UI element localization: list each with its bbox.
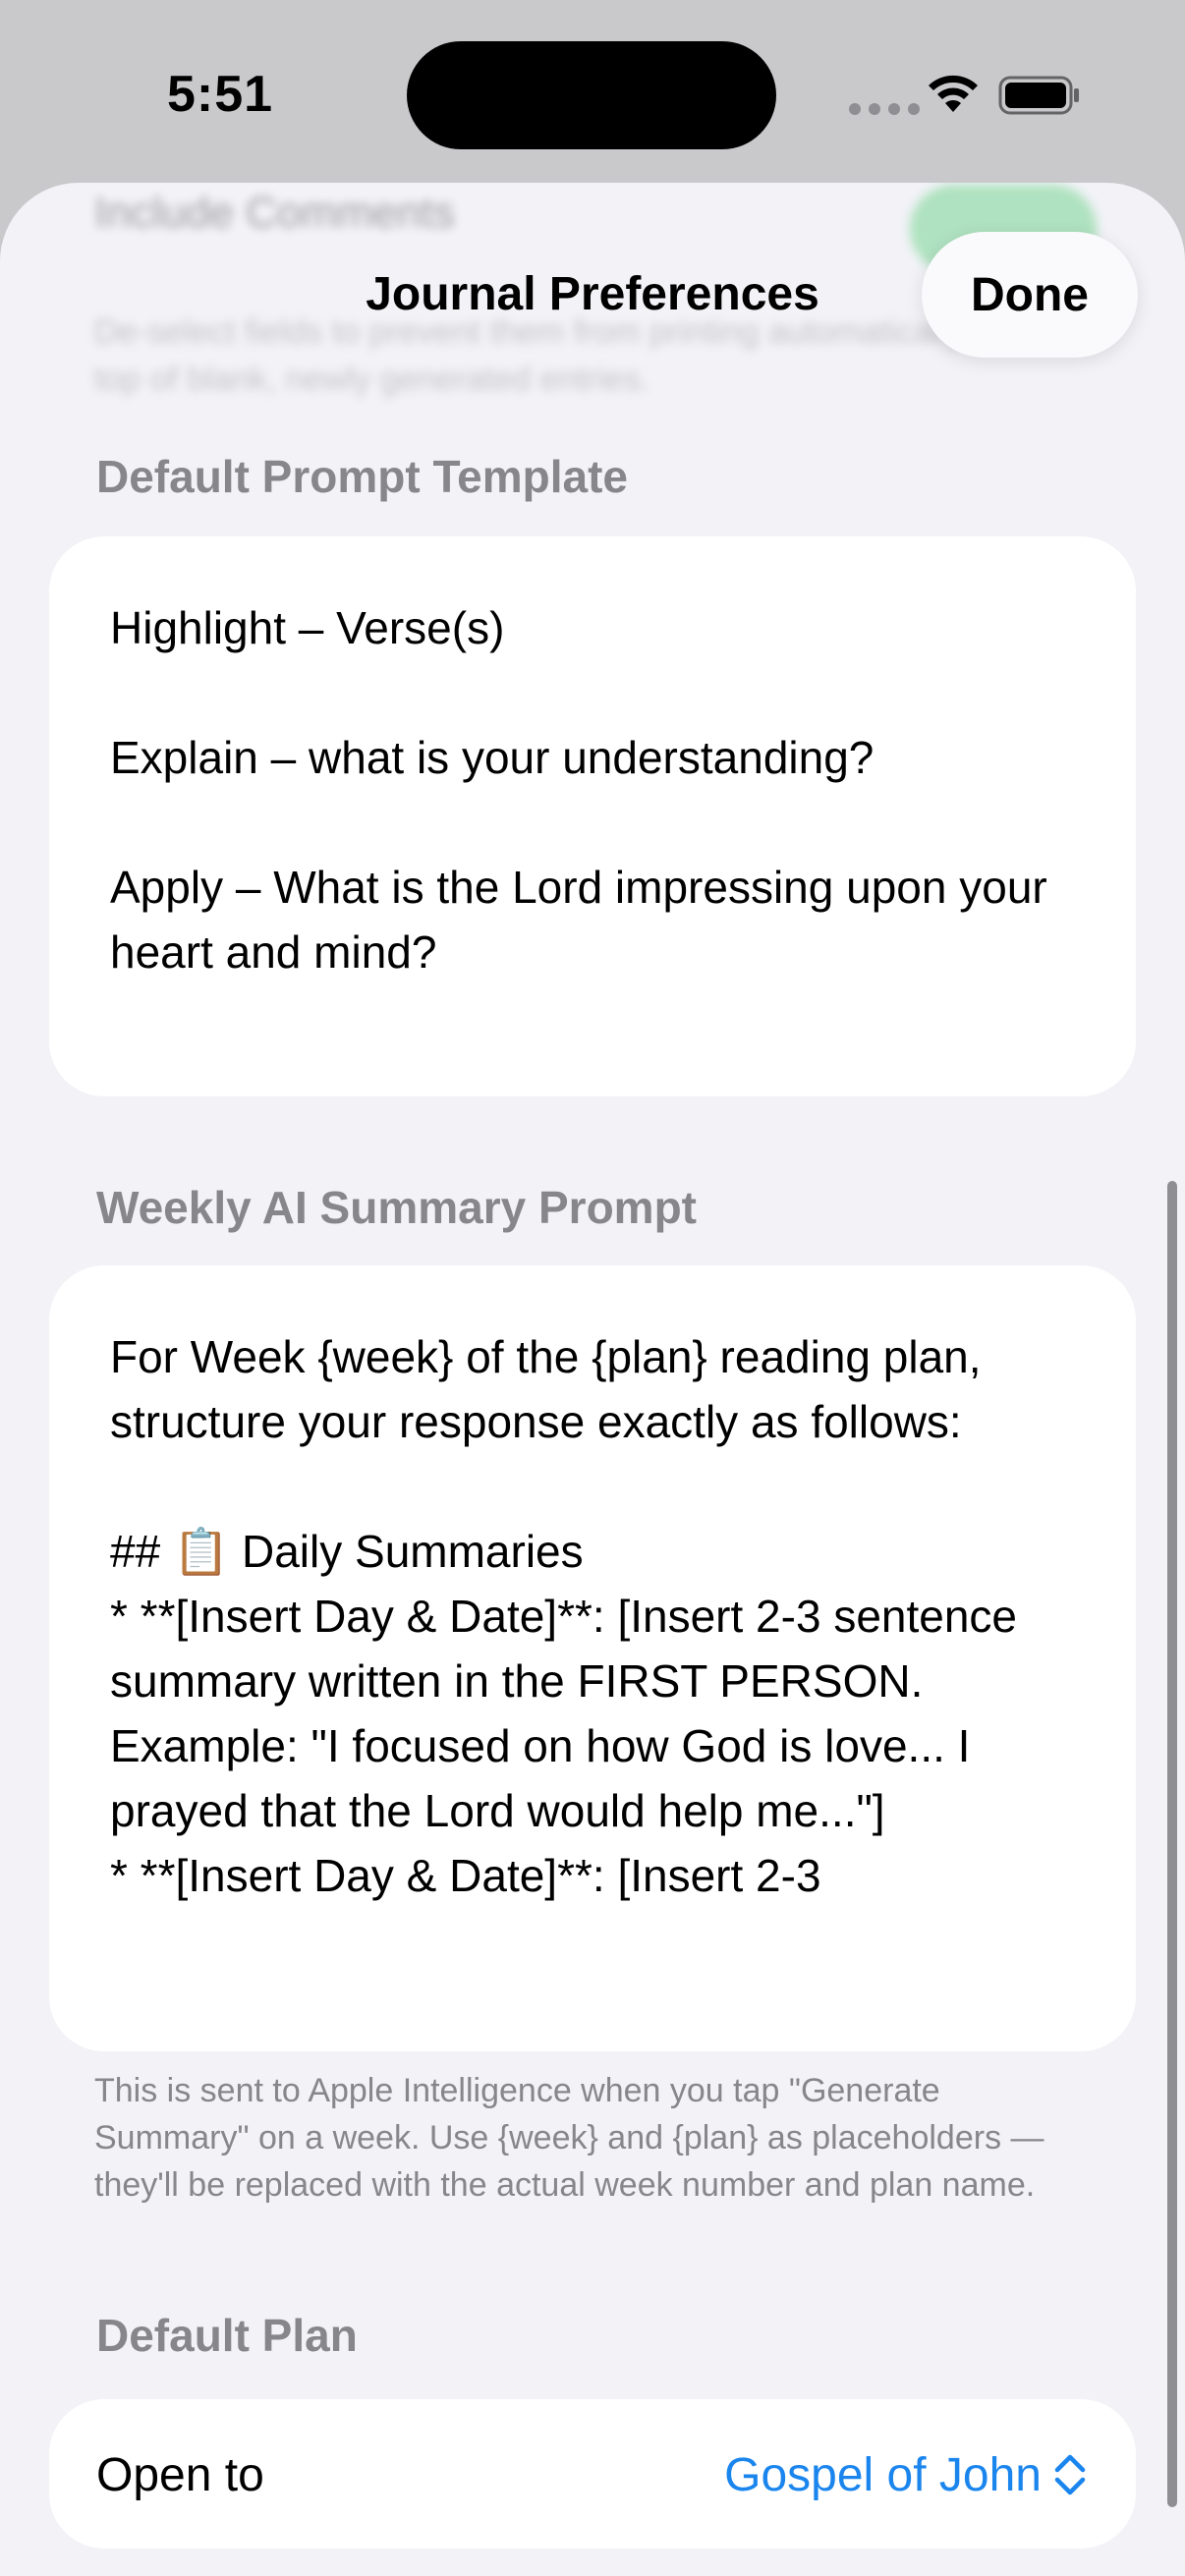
weekly-summary-footnote: This is sent to Apple Intelligence when …: [94, 2072, 1044, 2204]
open-to-picker[interactable]: Open to Gospel of John: [49, 2399, 1136, 2548]
dynamic-island: [407, 41, 776, 149]
status-time: 5:51: [167, 66, 274, 123]
weekly-summary-editor[interactable]: For Week {week} of the {plan} reading pl…: [49, 1265, 1136, 2051]
cellular-signal-icon: [849, 102, 928, 120]
prompt-template-editor[interactable]: Highlight – Verse(s) Explain – what is y…: [49, 536, 1136, 1096]
open-to-value[interactable]: Gospel of John: [724, 2448, 1042, 2502]
editor-bottom-edge: [49, 1988, 1136, 2051]
status-bar: 5:51: [0, 0, 1185, 187]
weekly-summary-text[interactable]: For Week {week} of the {plan} reading pl…: [110, 1324, 1093, 1908]
done-button[interactable]: Done: [922, 232, 1138, 358]
chevron-updown-icon: [1054, 2454, 1086, 2495]
wifi-icon: [929, 75, 978, 112]
preferences-sheet: Include Comments De-select fields to pre…: [0, 183, 1185, 2576]
prompt-template-text[interactable]: Highlight – Verse(s) Explain – what is y…: [110, 595, 1093, 984]
default-plan-header: Default Plan: [96, 2310, 358, 2361]
weekly-summary-header: Weekly AI Summary Prompt: [96, 1182, 697, 1233]
battery-icon: [998, 76, 1079, 115]
prompt-template-header: Default Prompt Template: [96, 451, 628, 502]
scroll-indicator[interactable]: [1167, 1181, 1177, 2507]
include-comments-label: Include Comments: [94, 189, 455, 237]
open-to-label: Open to: [96, 2449, 264, 2501]
